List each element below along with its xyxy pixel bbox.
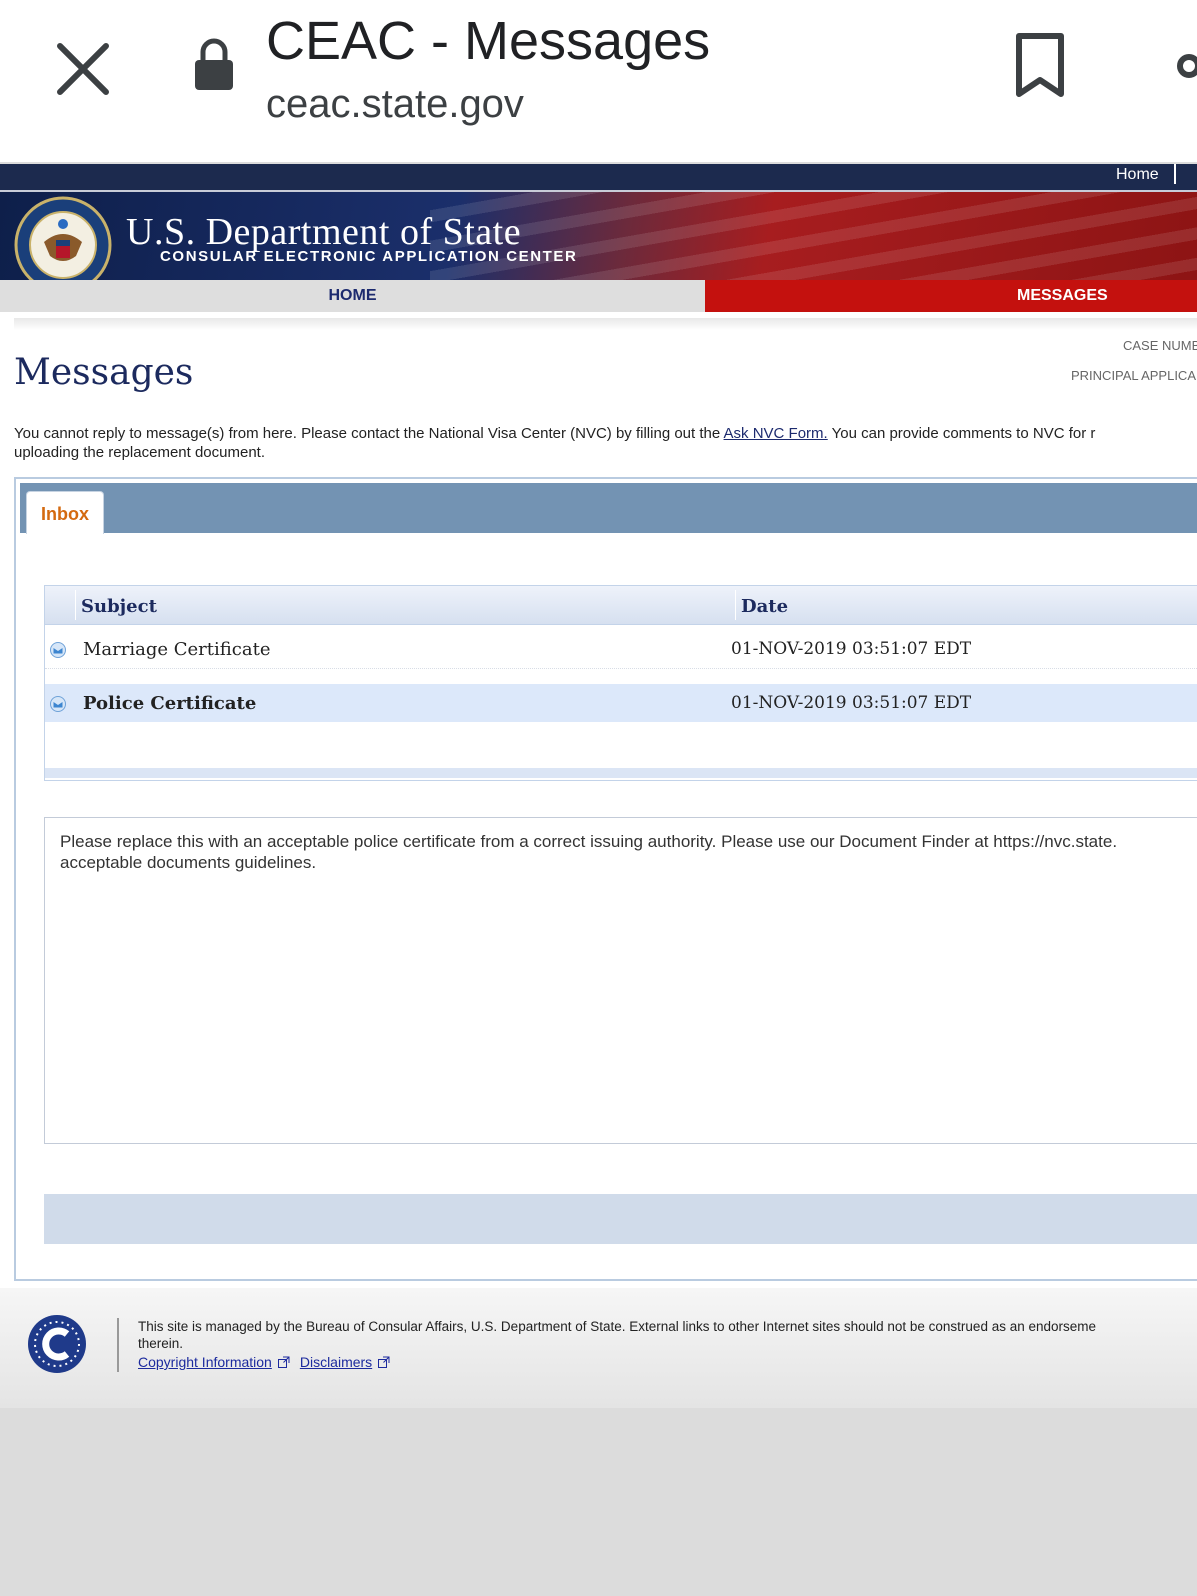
lock-icon bbox=[193, 38, 235, 92]
tab-inbox[interactable]: Inbox bbox=[26, 491, 104, 534]
message-subject: Police Certificate bbox=[83, 693, 257, 714]
table-row[interactable]: Marriage Certificate 01-NOV-2019 03:51:0… bbox=[45, 630, 1197, 669]
message-subject: Marriage Certificate bbox=[83, 639, 271, 660]
message-list: Subject Date Marriage Certificate 01-NOV… bbox=[44, 585, 1197, 781]
department-subtitle: CONSULAR ELECTRONIC APPLICATION CENTER bbox=[160, 248, 578, 265]
more-icon[interactable] bbox=[1175, 52, 1197, 80]
bookmark-icon[interactable] bbox=[1013, 32, 1067, 100]
column-divider bbox=[75, 590, 76, 620]
message-body: Please replace this with an acceptable p… bbox=[60, 832, 1118, 872]
table-footer bbox=[45, 768, 1197, 778]
panel-footer bbox=[44, 1194, 1197, 1244]
browser-tab-title: CEAC - Messages bbox=[266, 11, 711, 71]
principal-applicant-label: PRINCIPAL APPLICA bbox=[1071, 368, 1196, 383]
tab-bar: Inbox bbox=[20, 483, 1197, 534]
browser-url[interactable]: ceac.state.gov bbox=[266, 82, 524, 127]
column-header-date[interactable]: Date bbox=[741, 596, 788, 617]
column-divider bbox=[735, 590, 736, 620]
nav-messages-label: MESSAGES bbox=[1017, 287, 1108, 304]
external-link-icon bbox=[378, 1355, 390, 1368]
page-background bbox=[0, 1408, 1197, 1596]
top-home-link[interactable]: Home bbox=[1116, 166, 1159, 184]
messages-panel: Inbox Subject Date Marriage Certificate … bbox=[14, 477, 1197, 1281]
main-content: CASE NUMB PRINCIPAL APPLICA Messages You… bbox=[0, 312, 1197, 1288]
divider bbox=[117, 1318, 119, 1372]
notice-text-cont: You can provide comments to NVC for r bbox=[827, 425, 1096, 442]
message-date: 01-NOV-2019 03:51:07 EDT bbox=[731, 693, 972, 713]
browser-toolbar: CEAC - Messages ceac.state.gov bbox=[0, 0, 1197, 162]
notice-text-line2: uploading the replacement document. bbox=[14, 444, 266, 461]
reply-notice: You cannot reply to message(s) from here… bbox=[14, 424, 1197, 462]
message-body-panel: Please replace this with an acceptable p… bbox=[44, 817, 1197, 1144]
divider bbox=[1174, 164, 1176, 184]
envelope-icon bbox=[50, 642, 66, 658]
envelope-icon bbox=[50, 696, 66, 712]
nav-messages[interactable]: MESSAGES bbox=[705, 280, 1197, 312]
department-seal-icon bbox=[14, 196, 112, 280]
site-footer: This site is managed by the Bureau of Co… bbox=[0, 1288, 1197, 1408]
footer-notice: This site is managed by the Bureau of Co… bbox=[138, 1319, 1097, 1351]
table-header: Subject Date bbox=[45, 586, 1197, 625]
utility-bar: Home bbox=[0, 164, 1197, 192]
external-link-icon bbox=[277, 1355, 290, 1368]
copyright-link[interactable]: Copyright Information bbox=[138, 1354, 272, 1370]
main-nav: HOME MESSAGES bbox=[0, 280, 1197, 312]
table-row[interactable]: Police Certificate 01-NOV-2019 03:51:07 … bbox=[45, 684, 1197, 722]
close-icon[interactable] bbox=[50, 36, 116, 102]
flag-stripes bbox=[430, 192, 1197, 280]
page-title: Messages bbox=[14, 352, 194, 393]
message-date: 01-NOV-2019 03:51:07 EDT bbox=[731, 639, 972, 659]
notice-text: You cannot reply to message(s) from here… bbox=[14, 425, 724, 442]
case-number-label: CASE NUMB bbox=[1123, 338, 1197, 353]
disclaimers-link[interactable]: Disclaimers bbox=[300, 1354, 372, 1370]
footer-links: Copyright Information Disclaimers bbox=[138, 1354, 400, 1370]
nav-home[interactable]: HOME bbox=[0, 280, 705, 312]
column-header-subject[interactable]: Subject bbox=[81, 596, 157, 617]
site-banner: U.S. Department of State CONSULAR ELECTR… bbox=[0, 192, 1197, 280]
consular-affairs-logo-icon bbox=[27, 1314, 87, 1374]
ask-nvc-form-link[interactable]: Ask NVC Form. bbox=[724, 425, 828, 442]
divider bbox=[14, 318, 1197, 330]
